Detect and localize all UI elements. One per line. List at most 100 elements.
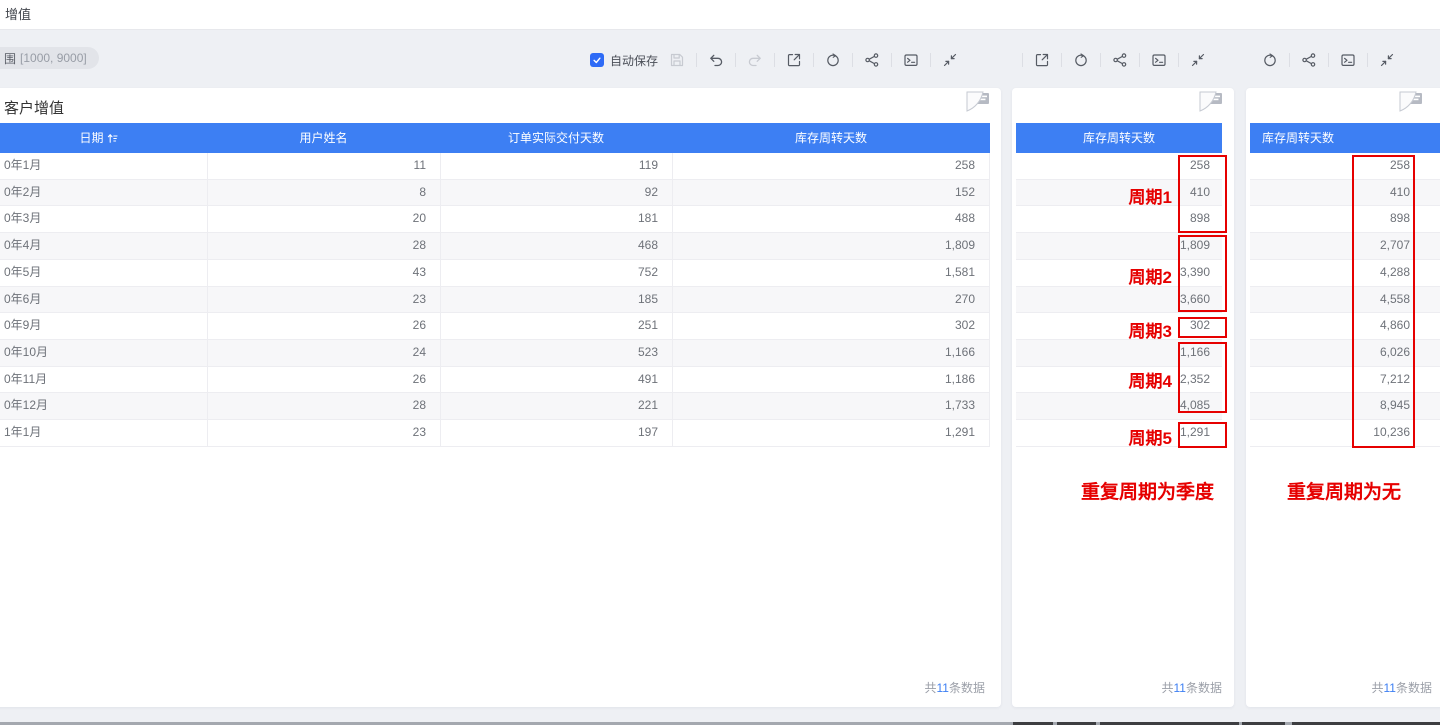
filter-range-chip[interactable]: 围 [1000, 9000] (0, 47, 99, 69)
table-row[interactable]: 4,558 (1250, 287, 1440, 314)
autosave-control: 自动保存 (590, 52, 658, 69)
table-cell: 185 (440, 287, 672, 313)
table-row[interactable]: 4,860 (1250, 313, 1440, 340)
table-cell: 23 (207, 420, 440, 446)
page-curl-icon[interactable] (965, 90, 991, 112)
table-cell: 6,026 (1250, 340, 1440, 366)
table-row[interactable]: 0年2月892152 (0, 180, 990, 207)
autosave-checkbox[interactable] (590, 53, 604, 67)
toolbar-divider (774, 53, 775, 67)
table-row[interactable]: 3,390 (1016, 260, 1222, 287)
table-cell: 898 (1250, 206, 1440, 232)
table-row[interactable]: 1年1月231971,291 (0, 420, 990, 447)
table-cell: 1年1月 (0, 420, 207, 446)
export-icon[interactable] (1034, 52, 1050, 68)
table-row[interactable]: 0年10月245231,166 (0, 340, 990, 367)
main-table-header: 日期 用户姓名 订单实际交付天数 库存周转天数 (0, 123, 990, 153)
column-header-delivery[interactable]: 订单实际交付天数 (440, 123, 672, 153)
table-row[interactable]: 410 (1016, 180, 1222, 207)
table-cell: 0年3月 (0, 206, 207, 232)
table-cell: 1,291 (672, 420, 990, 446)
table-row[interactable]: 0年11月264911,186 (0, 367, 990, 394)
table-cell: 1,581 (672, 260, 990, 286)
table-row[interactable]: 0年9月26251302 (0, 313, 990, 340)
console-icon[interactable] (1151, 52, 1167, 68)
table-cell: 491 (440, 367, 672, 393)
table-row[interactable]: 1,291 (1016, 420, 1222, 447)
table-row[interactable]: 1,809 (1016, 233, 1222, 260)
column-header-inventory[interactable]: 库存周转天数 (1250, 123, 1440, 153)
table-row[interactable]: 1,166 (1016, 340, 1222, 367)
middle-table: 库存周转天数 2584108981,8093,3903,6603021,1662… (1016, 123, 1222, 447)
table-cell: 10,236 (1250, 420, 1440, 446)
collapse-icon[interactable] (1190, 52, 1206, 68)
top-title-bar: 增值 (0, 0, 1440, 30)
collapse-icon[interactable] (942, 52, 958, 68)
table-cell: 1,733 (672, 393, 990, 419)
table-cell: 0年4月 (0, 233, 207, 259)
console-icon[interactable] (1340, 52, 1356, 68)
table-row[interactable]: 2,352 (1016, 367, 1222, 394)
table-row[interactable]: 410 (1250, 180, 1440, 207)
page-curl-icon[interactable] (1398, 90, 1424, 112)
table-row[interactable]: 0年5月437521,581 (0, 260, 990, 287)
table-row[interactable]: 302 (1016, 313, 1222, 340)
table-row[interactable]: 0年1月11119258 (0, 153, 990, 180)
refresh-icon[interactable] (1073, 52, 1089, 68)
toolbar-divider (1022, 53, 1023, 67)
column-header-inventory[interactable]: 库存周转天数 (672, 123, 990, 153)
save-icon[interactable] (669, 52, 685, 68)
table-row[interactable]: 3,660 (1016, 287, 1222, 314)
table-cell: 2,707 (1250, 233, 1440, 259)
table-cell: 0年6月 (0, 287, 207, 313)
table-row[interactable]: 2,707 (1250, 233, 1440, 260)
table-row[interactable]: 4,085 (1016, 393, 1222, 420)
share-icon[interactable] (864, 52, 880, 68)
export-icon[interactable] (786, 52, 802, 68)
column-header-date[interactable]: 日期 (0, 123, 207, 153)
table-row[interactable]: 7,212 (1250, 367, 1440, 394)
table-cell: 488 (672, 206, 990, 232)
table-row[interactable]: 10,236 (1250, 420, 1440, 447)
table-cell: 270 (672, 287, 990, 313)
table-row[interactable]: 258 (1250, 153, 1440, 180)
redo-icon[interactable] (747, 52, 763, 68)
console-icon[interactable] (903, 52, 919, 68)
table-row[interactable]: 0年12月282211,733 (0, 393, 990, 420)
column-header-users[interactable]: 用户姓名 (207, 123, 440, 153)
table-row[interactable]: 0年3月20181488 (0, 206, 990, 233)
table-cell: 302 (672, 313, 990, 339)
table-row[interactable]: 898 (1250, 206, 1440, 233)
table-row[interactable]: 8,945 (1250, 393, 1440, 420)
table-cell: 20 (207, 206, 440, 232)
table-row[interactable]: 258 (1016, 153, 1222, 180)
refresh-icon[interactable] (1262, 52, 1278, 68)
page-curl-icon[interactable] (1198, 90, 1224, 112)
column-header-inventory[interactable]: 库存周转天数 (1016, 123, 1222, 153)
table-cell: 3,390 (1016, 260, 1222, 286)
table-cell: 0年12月 (0, 393, 207, 419)
share-icon[interactable] (1301, 52, 1317, 68)
table-cell: 898 (1016, 206, 1222, 232)
table-cell: 43 (207, 260, 440, 286)
table-cell: 197 (440, 420, 672, 446)
table-cell: 1,809 (672, 233, 990, 259)
undo-icon[interactable] (708, 52, 724, 68)
collapse-icon[interactable] (1379, 52, 1395, 68)
refresh-icon[interactable] (825, 52, 841, 68)
table-row[interactable]: 0年6月23185270 (0, 287, 990, 314)
table-cell: 26 (207, 367, 440, 393)
middle-table-header: 库存周转天数 (1016, 123, 1222, 153)
table-row[interactable]: 4,288 (1250, 260, 1440, 287)
table-cell: 4,085 (1016, 393, 1222, 419)
toolbar-middle (1022, 49, 1206, 71)
table-row[interactable]: 0年4月284681,809 (0, 233, 990, 260)
share-icon[interactable] (1112, 52, 1128, 68)
table-cell: 523 (440, 340, 672, 366)
table-row[interactable]: 898 (1016, 206, 1222, 233)
table-row[interactable]: 6,026 (1250, 340, 1440, 367)
toolbar-divider (852, 53, 853, 67)
table-cell: 181 (440, 206, 672, 232)
table-cell: 0年11月 (0, 367, 207, 393)
page-title: 增值 (5, 0, 31, 29)
